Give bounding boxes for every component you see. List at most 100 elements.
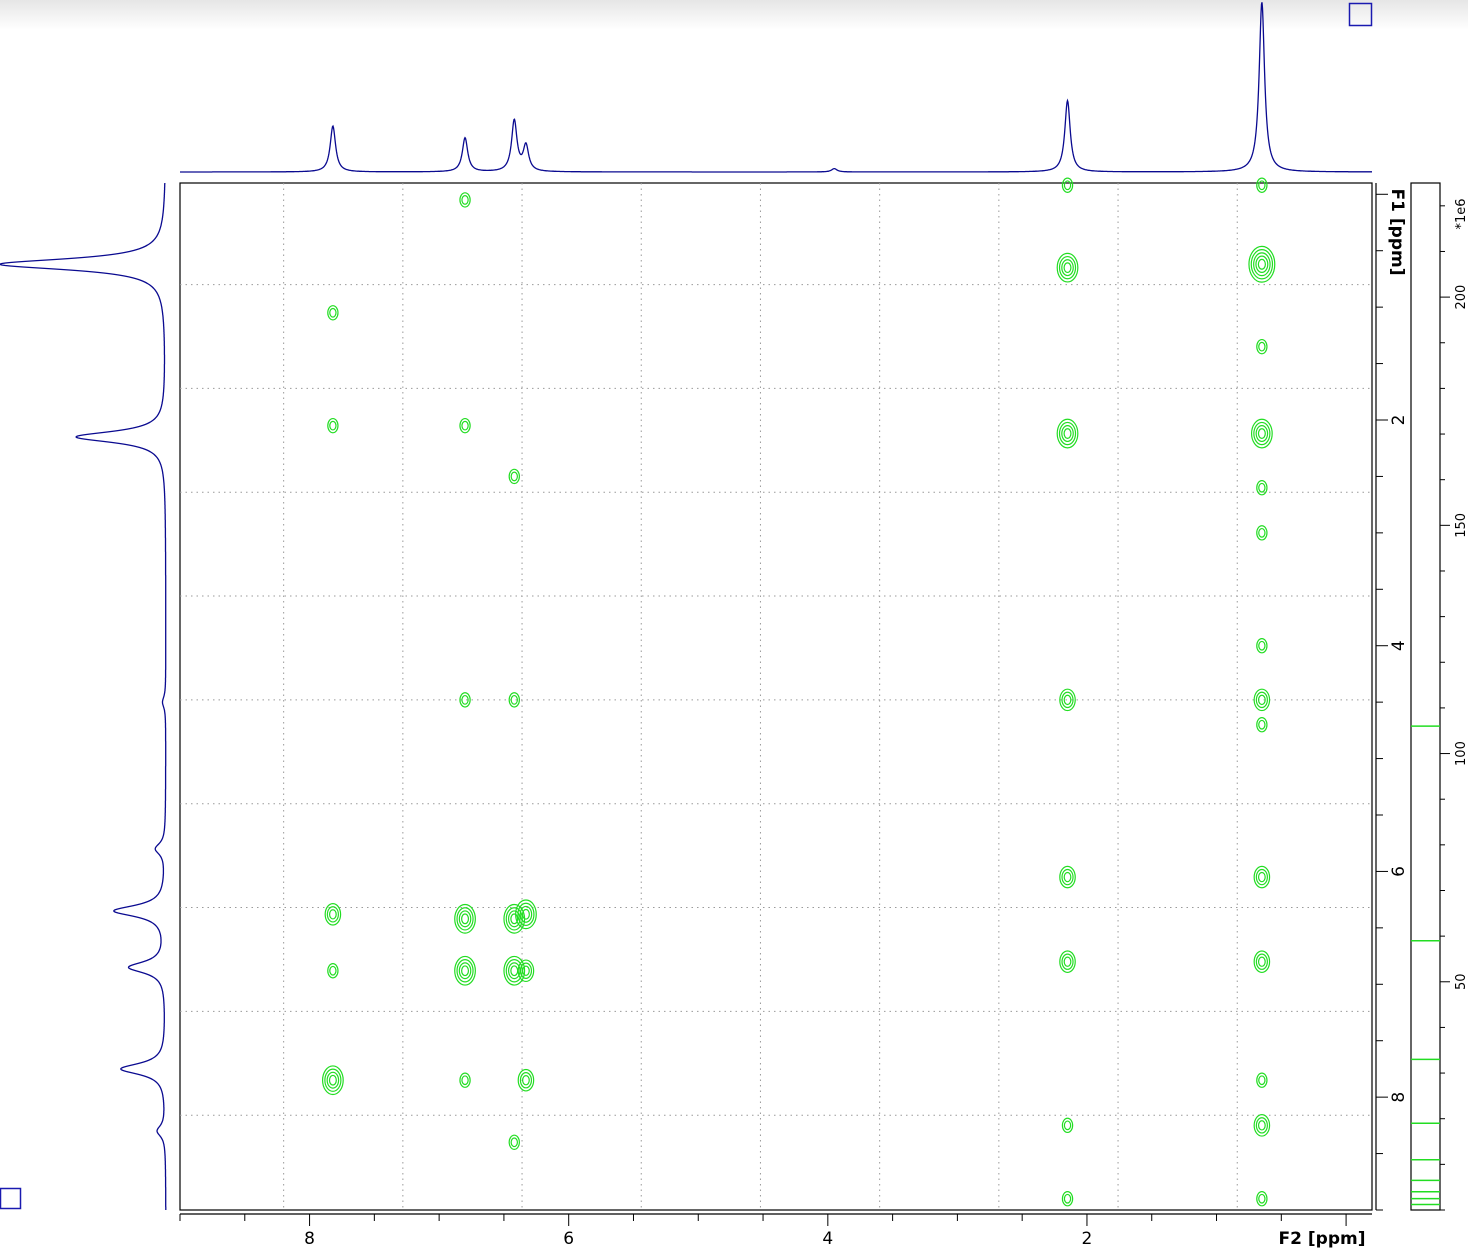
- y-axis-title: F1 [ppm]: [1387, 189, 1407, 276]
- f2-projection: [180, 2, 1372, 173]
- contour-ring: [522, 1075, 530, 1086]
- contour-ring: [1248, 245, 1276, 283]
- cross-peak: [517, 959, 535, 983]
- cross-peak: [1061, 1191, 1074, 1207]
- cross-peak: [454, 955, 476, 986]
- cross-peak: [1256, 177, 1268, 193]
- contour-ring: [1063, 428, 1072, 439]
- cross-peak: [1256, 525, 1268, 541]
- contour-ring: [510, 965, 519, 977]
- contour-ring: [328, 1074, 337, 1086]
- cross-peak: [1250, 418, 1273, 449]
- contour-ring: [1056, 252, 1079, 283]
- contour-ring: [329, 307, 337, 318]
- y-tick-label: 2: [1389, 415, 1409, 426]
- contour-ring: [461, 195, 469, 205]
- cross-peak: [321, 1065, 344, 1096]
- contour-ring: [461, 1075, 469, 1086]
- cross-peak: [1056, 418, 1079, 449]
- contour-ring: [1258, 1075, 1266, 1086]
- top-right-handle-icon[interactable]: [1348, 2, 1373, 27]
- cross-peak: [508, 1134, 520, 1150]
- cross-peak: [1059, 865, 1076, 889]
- cross-peak: [1059, 950, 1076, 974]
- f1-projection-trace: [0, 183, 167, 1210]
- cross-peak: [1061, 177, 1074, 193]
- contour-ring: [1258, 180, 1266, 191]
- contour-ring: [1056, 418, 1079, 449]
- cross-peak: [1253, 688, 1271, 712]
- cross-peak: [508, 692, 520, 708]
- cross-peak: [1056, 252, 1079, 283]
- x-tick-label: 8: [304, 1229, 315, 1249]
- contour-ring: [461, 913, 470, 925]
- cross-peak: [1059, 688, 1076, 712]
- plot-frame: [179, 182, 1373, 1211]
- contour-ring: [1063, 262, 1072, 274]
- cross-peaks: [321, 177, 1276, 1207]
- contour-ring: [1257, 871, 1266, 883]
- cross-peak: [517, 1068, 535, 1092]
- contour-ring: [1258, 341, 1266, 352]
- plot-area[interactable]: [179, 177, 1373, 1211]
- contour-ring: [328, 909, 337, 920]
- f1-projection: [0, 183, 167, 1210]
- contour-ring: [1257, 428, 1266, 439]
- cross-peak: [503, 955, 526, 986]
- cross-peak: [1253, 865, 1271, 889]
- contour-ring: [461, 420, 469, 431]
- cross-peak: [459, 1072, 471, 1088]
- cross-peak: [1253, 1114, 1271, 1137]
- y-tick-label: 6: [1389, 866, 1409, 877]
- contour-ring: [1258, 719, 1266, 730]
- cross-peak: [454, 903, 476, 934]
- contour-ring: [1250, 249, 1274, 280]
- cross-peak: [327, 417, 339, 434]
- y-tick-label: 8: [1389, 1092, 1409, 1103]
- contour-ring: [321, 1065, 344, 1096]
- cross-peak: [324, 903, 342, 926]
- contour-ring: [510, 1137, 518, 1148]
- contour-ring: [1258, 482, 1266, 493]
- y-tick-label: 4: [1389, 640, 1409, 651]
- cross-peak: [1248, 245, 1276, 283]
- intensity-scale-exponent: *1e6: [1454, 198, 1468, 229]
- contour-ring: [510, 471, 518, 482]
- contour-ring: [329, 965, 337, 976]
- cross-peak: [1256, 717, 1268, 733]
- scale-tick-label: 200: [1454, 285, 1468, 310]
- contour-ring: [1063, 871, 1072, 883]
- contour-ring: [1063, 694, 1072, 706]
- cross-peak: [459, 192, 471, 208]
- x-tick-label: 2: [1082, 1229, 1093, 1249]
- intensity-scale-bar: *1e6 200 150 100 50: [1410, 182, 1468, 1211]
- contour-ring: [1257, 258, 1266, 270]
- contour-ring: [1258, 640, 1266, 651]
- cross-peak: [1256, 1072, 1268, 1088]
- cross-peak: [1253, 950, 1271, 974]
- contour-ring: [1258, 527, 1266, 538]
- bottom-left-handle-icon[interactable]: [0, 1187, 22, 1210]
- contour-ring: [454, 903, 476, 934]
- x-axis: F2 [ppm] 8 6 4 2: [179, 1213, 1372, 1249]
- scale-tick-label: 50: [1454, 974, 1468, 991]
- contour-ring: [1063, 1120, 1072, 1131]
- cross-peak: [1256, 480, 1268, 496]
- scale-tick-label: 150: [1454, 513, 1468, 538]
- contour-ring: [1063, 956, 1072, 967]
- x-tick-label: 6: [563, 1229, 574, 1249]
- cross-peak: [508, 468, 520, 485]
- contour-ring: [1063, 1193, 1072, 1204]
- contour-ring: [454, 955, 476, 986]
- contour-ring: [1250, 418, 1273, 449]
- contour-ring: [329, 420, 337, 431]
- cross-peak: [1256, 1191, 1268, 1207]
- cross-peak: [459, 417, 471, 434]
- nmr-2d-chart[interactable]: F2 [ppm] 8 6 4 2 F1 [ppm] 2 4 6 8 *1e6 200 150 1…: [0, 0, 1468, 1250]
- contour-ring: [503, 955, 526, 986]
- y-axis: F1 [ppm] 2 4 6 8: [1375, 183, 1409, 1211]
- contour-ring: [1257, 1120, 1266, 1131]
- contour-ring: [461, 965, 470, 977]
- x-axis-title: F2 [ppm]: [1279, 1229, 1366, 1249]
- contour-ring: [1257, 956, 1266, 967]
